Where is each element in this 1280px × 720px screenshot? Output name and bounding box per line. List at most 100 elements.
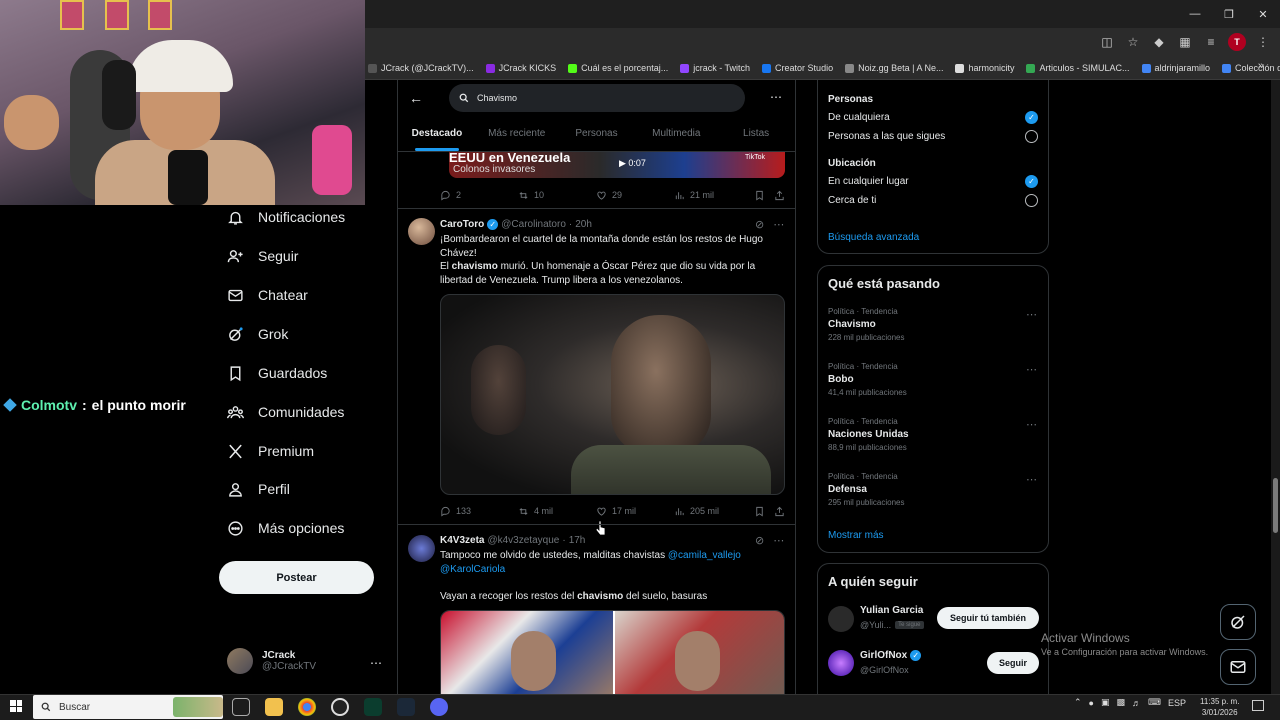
close-icon[interactable]: ✕	[1246, 0, 1280, 28]
tab-people[interactable]: Personas	[557, 120, 637, 151]
follow-button[interactable]: Seguir	[987, 652, 1039, 674]
extension-diamond-icon[interactable]: ◆	[1150, 33, 1168, 51]
tab-media[interactable]: Multimedia	[636, 120, 716, 151]
bookmark-item[interactable]: aldrinjaramillo	[1141, 63, 1210, 73]
nav-profile[interactable]: Perfil	[227, 474, 290, 504]
trend-item[interactable]: Política · Tendencia Bobo 41,4 mil publi…	[828, 362, 907, 397]
bookmark-item[interactable]: Articulos - SIMULAC...	[1026, 63, 1130, 73]
trend-item[interactable]: Política · Tendencia Chavismo 228 mil pu…	[828, 307, 905, 342]
obs-icon[interactable]	[331, 698, 349, 716]
nav-premium[interactable]: Premium	[227, 436, 314, 466]
messages-floating-button[interactable]	[1220, 649, 1256, 685]
views-button[interactable]: 205 mil	[674, 506, 754, 517]
bookmark-item[interactable]: JCrack (@JCrackTV)...	[368, 63, 474, 73]
account-switcher[interactable]: JCrack @JCrackTV	[227, 648, 316, 674]
bookmark-item[interactable]: harmonicity	[955, 63, 1014, 73]
tweet-author-handle[interactable]: @Carolinatoro	[501, 219, 566, 230]
tweet-time[interactable]: 20h	[575, 219, 592, 230]
grok-explain-icon[interactable]: ⊘	[755, 218, 764, 231]
task-view-icon[interactable]	[232, 698, 250, 716]
share-button[interactable]	[774, 506, 785, 517]
keyboard-icon[interactable]: ⌨	[1148, 697, 1161, 708]
scrollbar-thumb[interactable]	[1273, 478, 1278, 533]
tweet-time[interactable]: 17h	[569, 535, 586, 546]
taskbar-clock[interactable]: 11:35 p. m. 3/01/2026	[1200, 696, 1239, 718]
media-control-icon[interactable]: ≡	[1202, 33, 1220, 51]
reply-button[interactable]: 133	[440, 506, 518, 517]
trend-item[interactable]: Política · Tendencia Naciones Unidas 88,…	[828, 417, 909, 452]
radio-people-anyone[interactable]: ✓	[1025, 111, 1038, 124]
tray-expand-icon[interactable]: ⌃	[1074, 697, 1082, 708]
profile-avatar-icon[interactable]: T	[1228, 33, 1246, 51]
post-button[interactable]: Postear	[219, 561, 374, 594]
discord-icon[interactable]	[430, 698, 448, 716]
bookmark-item[interactable]: Colección de M_blei...	[1222, 63, 1280, 73]
radio-people-following[interactable]	[1025, 130, 1038, 143]
radio-location-anywhere[interactable]: ✓	[1025, 175, 1038, 188]
tweet-more-icon[interactable]: ⋯	[773, 218, 784, 231]
bookmark-button[interactable]	[754, 506, 774, 517]
steam-icon[interactable]	[397, 698, 415, 716]
tweet-author-name[interactable]: K4V3zeta	[440, 535, 484, 546]
avatar[interactable]	[408, 535, 435, 562]
nav-more-options[interactable]: Más opciones	[227, 513, 344, 543]
tray-app-icon[interactable]: ▣	[1101, 697, 1110, 708]
trend-item[interactable]: Política · Tendencia Defensa 295 mil pub…	[828, 472, 905, 507]
network-icon[interactable]: ▩	[1117, 697, 1126, 708]
trend-more-icon[interactable]: ⋯	[1026, 308, 1037, 321]
account-more-icon[interactable]: ⋯	[370, 656, 382, 670]
menu-kebab-icon[interactable]: ⋮	[1254, 33, 1272, 51]
bookmark-item[interactable]: Creator Studio	[762, 63, 833, 73]
grok-floating-button[interactable]	[1220, 604, 1256, 640]
repost-button[interactable]: 4 mil	[518, 506, 596, 517]
bookmark-item[interactable]: JCrack KICKS	[485, 63, 556, 73]
taskbar-search-input[interactable]: Buscar	[33, 695, 223, 719]
filter-people-anyone[interactable]: De cualquiera	[828, 112, 890, 123]
volume-icon[interactable]: ♬	[1132, 698, 1141, 708]
bookmark-item[interactable]: jcrack - Twitch	[680, 63, 750, 73]
trend-more-icon[interactable]: ⋯	[1026, 473, 1037, 486]
install-app-icon[interactable]: ◫	[1098, 33, 1116, 51]
tweet-author-name[interactable]: CaroToro	[440, 219, 484, 230]
star-icon[interactable]: ☆	[1124, 33, 1142, 51]
bookmark-button[interactable]	[754, 190, 774, 201]
bookmark-item[interactable]: Noiz.gg Beta | A Ne...	[845, 63, 943, 73]
windows-start-icon[interactable]	[10, 700, 22, 712]
avatar[interactable]	[828, 606, 854, 632]
extensions-puzzle-icon[interactable]: ▦	[1176, 33, 1194, 51]
avatar[interactable]	[828, 650, 854, 676]
tweet-video-preview[interactable]: EEUU en Venezuela Colonos invasores ▶ 0:…	[449, 152, 785, 178]
file-explorer-icon[interactable]	[265, 698, 283, 716]
nav-grok[interactable]: Grok	[227, 319, 288, 349]
language-indicator[interactable]: ESP	[1168, 698, 1186, 708]
page-scrollbar[interactable]	[1271, 80, 1280, 694]
avatar[interactable]	[408, 218, 435, 245]
reply-button[interactable]: 2	[440, 190, 518, 201]
bookmarks-overflow-icon[interactable]: »	[1258, 60, 1264, 72]
like-button[interactable]: 17 mil	[596, 506, 674, 517]
minimize-icon[interactable]: —	[1178, 0, 1212, 28]
follow-suggestion[interactable]: Yulian Garcia @Yuli... Te sigue	[860, 605, 924, 630]
notifications-icon[interactable]	[1252, 700, 1264, 711]
tab-latest[interactable]: Más reciente	[477, 120, 557, 151]
follow-suggestion[interactable]: GirlOfNox ✓ @GirlOfNox	[860, 650, 922, 675]
trend-more-icon[interactable]: ⋯	[1026, 363, 1037, 376]
advanced-search-link[interactable]: Búsqueda avanzada	[828, 232, 919, 243]
tweet-author-handle[interactable]: @k4v3zetayque	[487, 535, 559, 546]
tweet-image[interactable]	[440, 294, 785, 495]
nav-communities[interactable]: Comunidades	[227, 397, 344, 427]
filter-location-near[interactable]: Cerca de ti	[828, 195, 876, 206]
tweet-more-icon[interactable]: ⋯	[773, 534, 784, 547]
filter-people-following[interactable]: Personas a las que sigues	[828, 131, 945, 142]
filter-location-anywhere[interactable]: En cualquier lugar	[828, 176, 909, 187]
nav-chat[interactable]: Chatear	[227, 280, 308, 310]
search-more-icon[interactable]: ⋯	[770, 90, 782, 104]
microphone-icon[interactable]: ●	[1089, 698, 1094, 708]
tab-featured[interactable]: Destacado	[397, 120, 477, 151]
grok-explain-icon[interactable]: ⊘	[755, 534, 764, 547]
bookmark-item[interactable]: Cuál es el porcentaj...	[568, 63, 668, 73]
search-input[interactable]: Chavismo	[449, 84, 745, 112]
repost-button[interactable]: 10	[518, 190, 596, 201]
nav-follow[interactable]: Seguir	[227, 241, 298, 271]
share-button[interactable]	[774, 190, 785, 201]
